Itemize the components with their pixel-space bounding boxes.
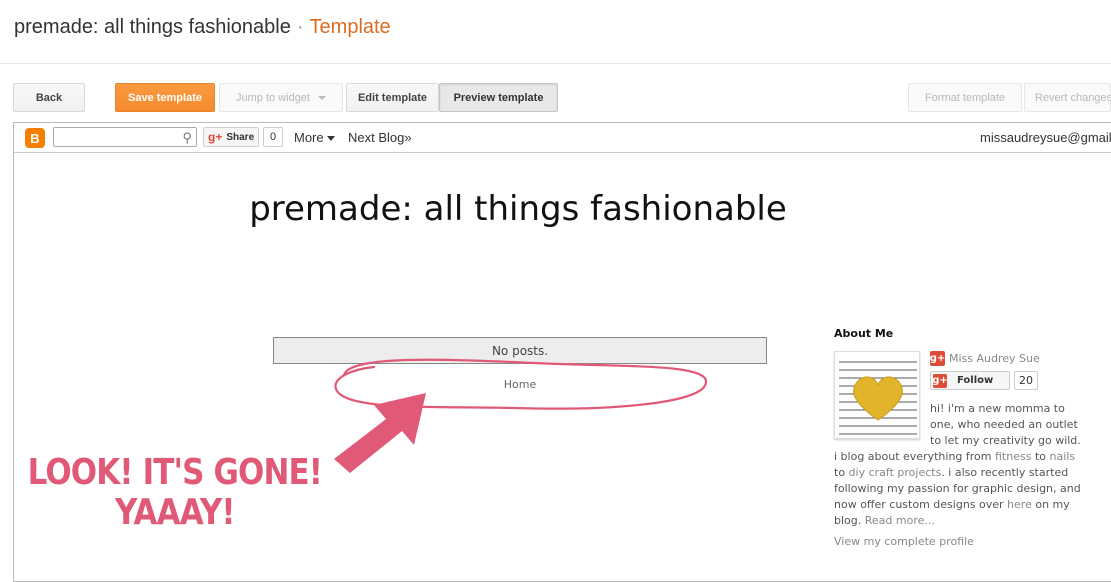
arrow-icon [334, 393, 426, 473]
bio-line: blog. Read more... [834, 514, 935, 527]
bio-line: to diy craft projects. i also recently s… [834, 466, 1068, 479]
annotation-text: LOOK! IT'S GONE! YAAAY! [14, 453, 336, 533]
bio-line: i blog about everything from fitness to … [834, 450, 1075, 463]
bio-line: to let my creativity go wild. [930, 434, 1081, 447]
about-me-widget: About Me g+ Miss Audrey Sue g+ Follow 20… [834, 327, 1094, 548]
follower-count: 20 [1014, 371, 1038, 390]
profile-name-row: g+ Miss Audrey Sue [930, 351, 1040, 366]
follow-button[interactable]: g+ Follow [930, 371, 1010, 390]
nails-link[interactable]: nails [1050, 450, 1076, 463]
bio-line: hi! i'm a new momma to [930, 402, 1065, 415]
bio-text: i blog about everything from [834, 450, 995, 463]
jump-to-widget-dropdown[interactable]: Jump to widget [219, 83, 343, 112]
section-breadcrumb[interactable]: Template [310, 16, 391, 38]
about-me-heading: About Me [834, 327, 894, 340]
annotation-line2: YAAAY! [114, 492, 236, 533]
revert-changes-button[interactable]: Revert changes [1024, 83, 1111, 112]
about-me-bio: hi! i'm a new momma to one, who needed a… [834, 401, 1096, 529]
chevron-down-icon [317, 95, 326, 100]
template-toolbar: Back Save template Jump to widget Edit t… [0, 83, 1111, 113]
format-template-button[interactable]: Format template [908, 83, 1022, 112]
title-separator: · [296, 16, 304, 38]
jump-to-widget-label: Jump to widget [236, 91, 310, 104]
gplus-icon: g+ [932, 373, 948, 388]
blog-name: premade: all things fashionable [14, 16, 291, 38]
bio-line: following my passion for graphic design,… [834, 482, 1081, 495]
back-button[interactable]: Back [13, 83, 85, 112]
here-link[interactable]: here [1007, 498, 1032, 511]
bio-text: on my [1031, 498, 1070, 511]
bio-text: . i also recently started [941, 466, 1069, 479]
read-more-link[interactable]: Read more... [865, 514, 935, 527]
bio-text: blog. [834, 514, 865, 527]
annotation-line1: LOOK! IT'S GONE! [27, 452, 323, 493]
bio-text: now offer custom designs over [834, 498, 1008, 511]
follow-label: Follow [957, 375, 994, 386]
bio-line: one, who needed an outlet [930, 418, 1078, 431]
page-header: premade: all things fashionable · Template [0, 0, 1111, 64]
save-template-button[interactable]: Save template [115, 83, 215, 112]
gplus-icon: g+ [929, 351, 946, 366]
profile-name-link[interactable]: Miss Audrey Sue [949, 352, 1040, 365]
bio-text: to [1031, 450, 1050, 463]
view-profile-link[interactable]: View my complete profile [834, 535, 974, 548]
preview-template-button[interactable]: Preview template [439, 83, 558, 112]
page-title: premade: all things fashionable · Template [14, 16, 391, 39]
template-preview-frame: B ⚲ g+ Share 0 More Next Blog» missaudre… [13, 122, 1111, 582]
fitness-link[interactable]: fitness [995, 450, 1031, 463]
follow-row: g+ Follow 20 [930, 371, 1038, 390]
edit-template-button[interactable]: Edit template [346, 83, 439, 112]
bio-text: to [834, 466, 849, 479]
diy-link[interactable]: diy craft projects [849, 466, 942, 479]
bio-line: now offer custom designs over here on my [834, 498, 1070, 511]
